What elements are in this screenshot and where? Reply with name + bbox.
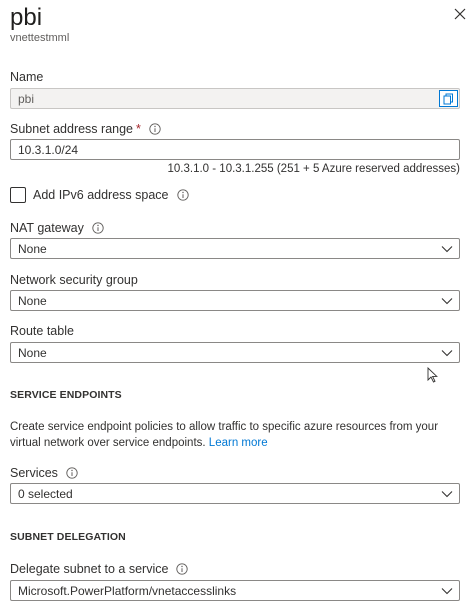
nat-gateway-value: None	[18, 241, 47, 256]
subnet-range-label: Subnet address range *	[10, 122, 161, 136]
route-table-label: Route table	[10, 324, 74, 338]
chevron-down-icon	[441, 491, 453, 498]
services-dropdown[interactable]: 0 selected	[10, 483, 460, 504]
chevron-down-icon	[441, 588, 453, 595]
name-value: pbi	[18, 91, 35, 106]
nsg-value: None	[18, 293, 47, 308]
ipv6-checkbox[interactable]	[10, 187, 26, 203]
panel-title: pbi	[10, 4, 43, 31]
name-field: pbi	[10, 88, 460, 109]
chevron-down-icon	[441, 298, 453, 305]
chevron-down-icon	[441, 350, 453, 357]
nsg-label: Network security group	[10, 273, 138, 287]
nat-gateway-dropdown[interactable]: None	[10, 238, 460, 259]
services-value: 0 selected	[18, 486, 73, 501]
info-icon[interactable]	[176, 189, 189, 201]
delegate-value: Microsoft.PowerPlatform/vnetaccesslinks	[18, 583, 237, 598]
route-table-value: None	[18, 345, 47, 360]
required-mark: *	[136, 122, 141, 136]
subnet-range-hint: 10.3.1.0 - 10.3.1.255 (251 + 5 Azure res…	[167, 163, 460, 175]
info-icon[interactable]	[149, 123, 161, 135]
service-endpoints-description: Create service endpoint policies to allo…	[10, 421, 439, 449]
nsg-dropdown[interactable]: None	[10, 290, 460, 311]
ipv6-label: Add IPv6 address space	[33, 188, 189, 202]
copy-icon	[443, 93, 453, 104]
panel-subtitle: vnettestmml	[10, 32, 70, 44]
mouse-cursor-icon	[427, 367, 438, 383]
subnet-delegation-heading: SUBNET DELEGATION	[10, 531, 126, 543]
delegate-dropdown[interactable]: Microsoft.PowerPlatform/vnetaccesslinks	[10, 580, 460, 601]
subnet-range-input[interactable]: 10.3.1.0/24	[10, 139, 460, 160]
info-icon[interactable]	[176, 563, 189, 575]
route-table-dropdown[interactable]: None	[10, 342, 460, 363]
nat-gateway-label: NAT gateway	[10, 221, 104, 235]
service-endpoints-heading: SERVICE ENDPOINTS	[10, 389, 122, 401]
info-icon[interactable]	[66, 467, 78, 479]
subnet-range-value: 10.3.1.0/24	[18, 142, 79, 157]
delegate-label: Delegate subnet to a service	[10, 562, 189, 576]
close-icon[interactable]	[452, 6, 468, 22]
services-label: Services	[10, 466, 78, 480]
learn-more-link[interactable]: Learn more	[209, 437, 268, 449]
info-icon[interactable]	[92, 222, 104, 234]
name-label: Name	[10, 70, 44, 84]
chevron-down-icon	[441, 246, 453, 253]
copy-button[interactable]	[439, 90, 458, 107]
